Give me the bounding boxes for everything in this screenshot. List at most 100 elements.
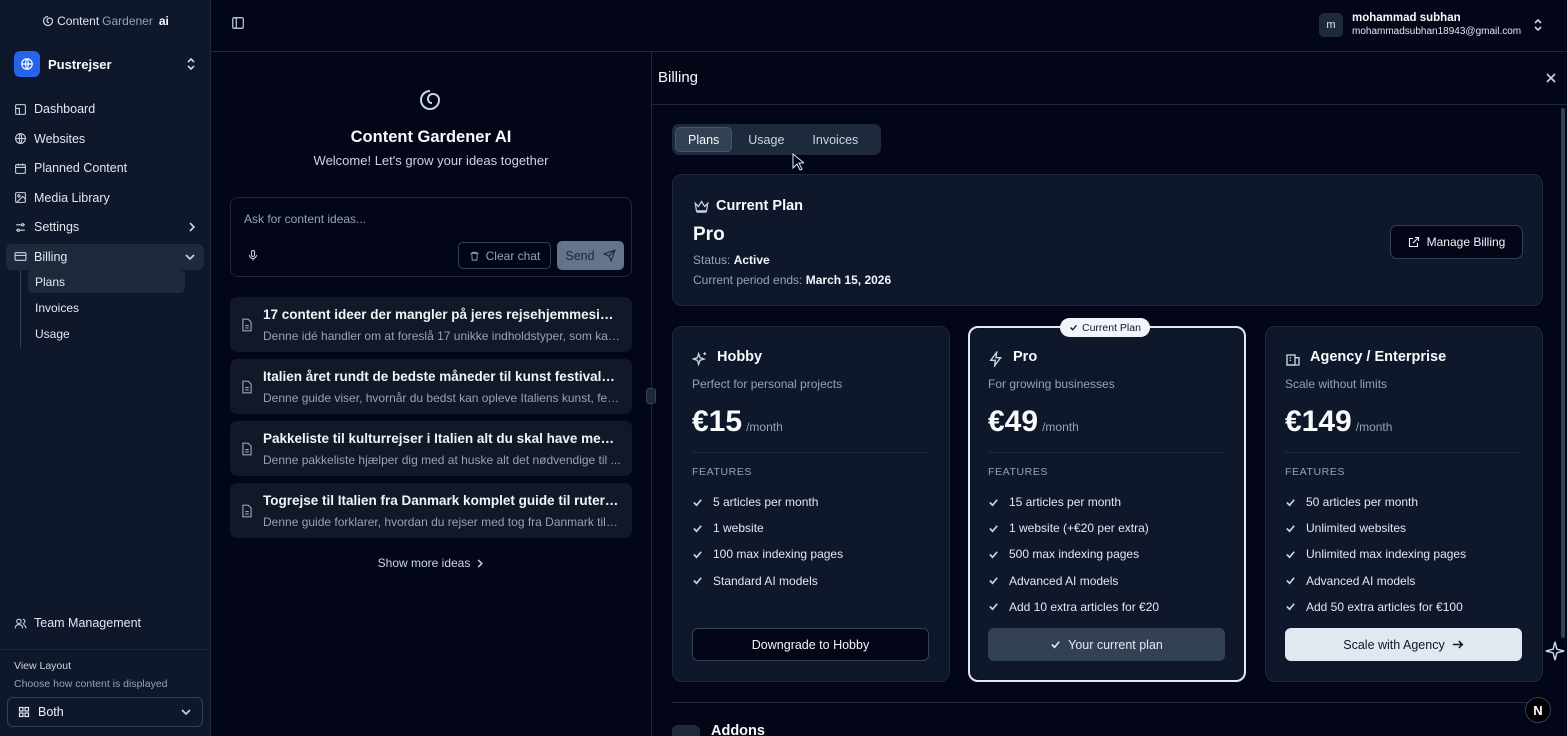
external-link-icon — [1408, 236, 1419, 248]
price-period: /month — [1042, 420, 1079, 434]
downgrade-to-hobby-button[interactable]: Downgrade to Hobby — [692, 628, 929, 661]
feature-label: 1 website — [713, 521, 764, 536]
features-list: 15 articles per month 1 website (+€20 pe… — [988, 489, 1228, 620]
tab-usage[interactable]: Usage — [736, 127, 796, 152]
sidebar-subitem-usage[interactable]: Usage — [28, 322, 185, 345]
view-layout-value: Both — [38, 705, 64, 719]
clear-chat-button[interactable]: Clear chat — [458, 242, 551, 269]
credit-card-icon — [14, 252, 27, 261]
sidebar-subitem-plans[interactable]: Plans — [28, 270, 185, 293]
check-icon — [1051, 641, 1060, 649]
sidebar-item-dashboard[interactable]: Dashboard — [6, 96, 204, 122]
zap-icon — [989, 351, 1002, 367]
addons-divider — [672, 702, 1543, 703]
period-end-label: Current period ends: — [693, 273, 803, 287]
view-layout-select[interactable]: Both — [7, 697, 203, 727]
feature-label: Unlimited websites — [1306, 521, 1407, 536]
users-icon — [14, 618, 27, 628]
close-icon[interactable] — [1545, 72, 1557, 84]
view-layout-title: View Layout — [14, 660, 72, 672]
sidebar-item-label: Media Library — [34, 190, 110, 205]
plan-card-agency: Agency / Enterprise Scale without limits… — [1265, 326, 1543, 682]
status-label: Status: — [693, 253, 731, 267]
sidebar-item-billing[interactable]: Billing — [6, 243, 204, 270]
trash-icon — [470, 251, 479, 261]
idea-title: 17 content ideer der mangler på jeres re… — [263, 307, 621, 322]
chevrons-up-down-icon — [187, 57, 195, 71]
sidebar-item-label: Dashboard — [34, 102, 96, 116]
clear-chat-label: Clear chat — [485, 248, 541, 263]
feature-item: 15 articles per month — [988, 489, 1228, 515]
chevron-down-icon — [185, 253, 195, 260]
period-end: Current period ends: March 15, 2026 — [693, 273, 891, 287]
sidebar-subitem-invoices[interactable]: Invoices — [28, 296, 185, 319]
brand-logo[interactable]: Content Gardener ai — [0, 12, 211, 30]
scale-with-agency-button[interactable]: Scale with Agency — [1285, 628, 1522, 661]
your-current-plan-button[interactable]: Your current plan — [988, 628, 1225, 661]
feature-label: Add 10 extra articles for €20 — [1009, 599, 1160, 614]
chat-title: Content Gardener AI — [350, 128, 512, 146]
sidebar-item-settings[interactable]: Settings — [6, 214, 204, 240]
feature-label: 50 articles per month — [1306, 495, 1419, 510]
feature-item: Advanced AI models — [1285, 568, 1525, 594]
manage-billing-button[interactable]: Manage Billing — [1390, 225, 1523, 259]
microphone-icon[interactable] — [247, 249, 259, 262]
idea-title: Togrejse til Italien fra Danmark komplet… — [263, 493, 621, 508]
current-plan-name: Pro — [693, 224, 725, 245]
list-item[interactable]: Pakkeliste til kulturrejser i Italien al… — [230, 421, 632, 476]
feature-item: 500 max indexing pages — [988, 541, 1228, 567]
tab-plans[interactable]: Plans — [675, 127, 733, 152]
avatar: m — [1319, 13, 1343, 37]
org-switcher[interactable]: Pustrejser — [6, 46, 204, 82]
feature-label: 1 website (+€20 per extra) — [1009, 521, 1149, 536]
brand-name-part2: Gardener — [102, 14, 153, 28]
show-more-ideas-link[interactable]: Show more ideas — [211, 556, 651, 570]
list-item[interactable]: 17 content ideer der mangler på jeres re… — [230, 297, 632, 352]
sidebar-item-team-management[interactable]: Team Management — [6, 610, 204, 636]
plan-card-pro: Current Plan Pro For growing businesses … — [968, 318, 1246, 682]
document-icon — [242, 504, 252, 518]
list-item[interactable]: Togrejse til Italien fra Danmark komplet… — [230, 483, 632, 538]
period-end-value: March 15, 2026 — [805, 273, 892, 287]
crown-icon — [694, 200, 709, 213]
sparkle-icon[interactable] — [1544, 640, 1566, 662]
feature-item: 1 website — [692, 515, 932, 541]
list-item[interactable]: Italien året rundt de bedste måneder til… — [230, 359, 632, 414]
send-icon — [602, 249, 616, 262]
price-period: /month — [1355, 420, 1393, 434]
addons-title: Addons — [711, 723, 765, 736]
feature-item: 1 website (+€20 per extra) — [988, 515, 1228, 541]
manage-billing-label: Manage Billing — [1426, 235, 1506, 249]
check-icon — [989, 498, 998, 507]
next-badge[interactable]: N — [1525, 697, 1551, 723]
features-list: 50 articles per month Unlimited websites… — [1285, 489, 1525, 620]
feature-item: Add 10 extra articles for €20 — [988, 594, 1228, 620]
idea-description: Denne idé handler om at foreslå 17 unikk… — [263, 329, 621, 343]
billing-scrollbar[interactable] — [1561, 108, 1565, 638]
check-icon — [1286, 498, 1295, 507]
features-heading: FEATURES — [1285, 466, 1346, 478]
plan-name: Pro — [1013, 349, 1038, 365]
sidebar-item-label: Team Management — [34, 616, 142, 630]
check-icon — [989, 525, 998, 533]
building-icon — [1286, 354, 1300, 366]
calendar-icon — [15, 163, 26, 174]
sidebar-item-websites[interactable]: Websites — [6, 126, 204, 152]
feature-label: 5 articles per month — [713, 495, 819, 510]
badge-label: Current Plan — [1082, 321, 1141, 334]
plan-status: Status: Active — [693, 253, 770, 267]
check-icon — [693, 577, 702, 585]
sidebar-toggle-icon[interactable] — [231, 16, 245, 30]
sidebar-item-media-library[interactable]: Media Library — [6, 185, 204, 211]
sidebar-item-planned-content[interactable]: Planned Content — [6, 155, 204, 181]
idea-description: Denne guide forklarer, hvordan du rejser… — [263, 515, 621, 529]
chat-input[interactable] — [244, 212, 614, 226]
check-icon — [989, 551, 998, 559]
sidebar-item-label: Planned Content — [34, 161, 128, 175]
send-button[interactable]: Send — [557, 241, 624, 270]
check-icon — [1286, 603, 1295, 611]
plan-price: €15 /month — [692, 405, 783, 439]
user-menu[interactable]: m mohammad subhan mohammadsubhan18943@gm… — [1319, 10, 1543, 40]
ideas-list: 17 content ideer der mangler på jeres re… — [230, 297, 632, 545]
tab-invoices[interactable]: Invoices — [800, 127, 870, 152]
